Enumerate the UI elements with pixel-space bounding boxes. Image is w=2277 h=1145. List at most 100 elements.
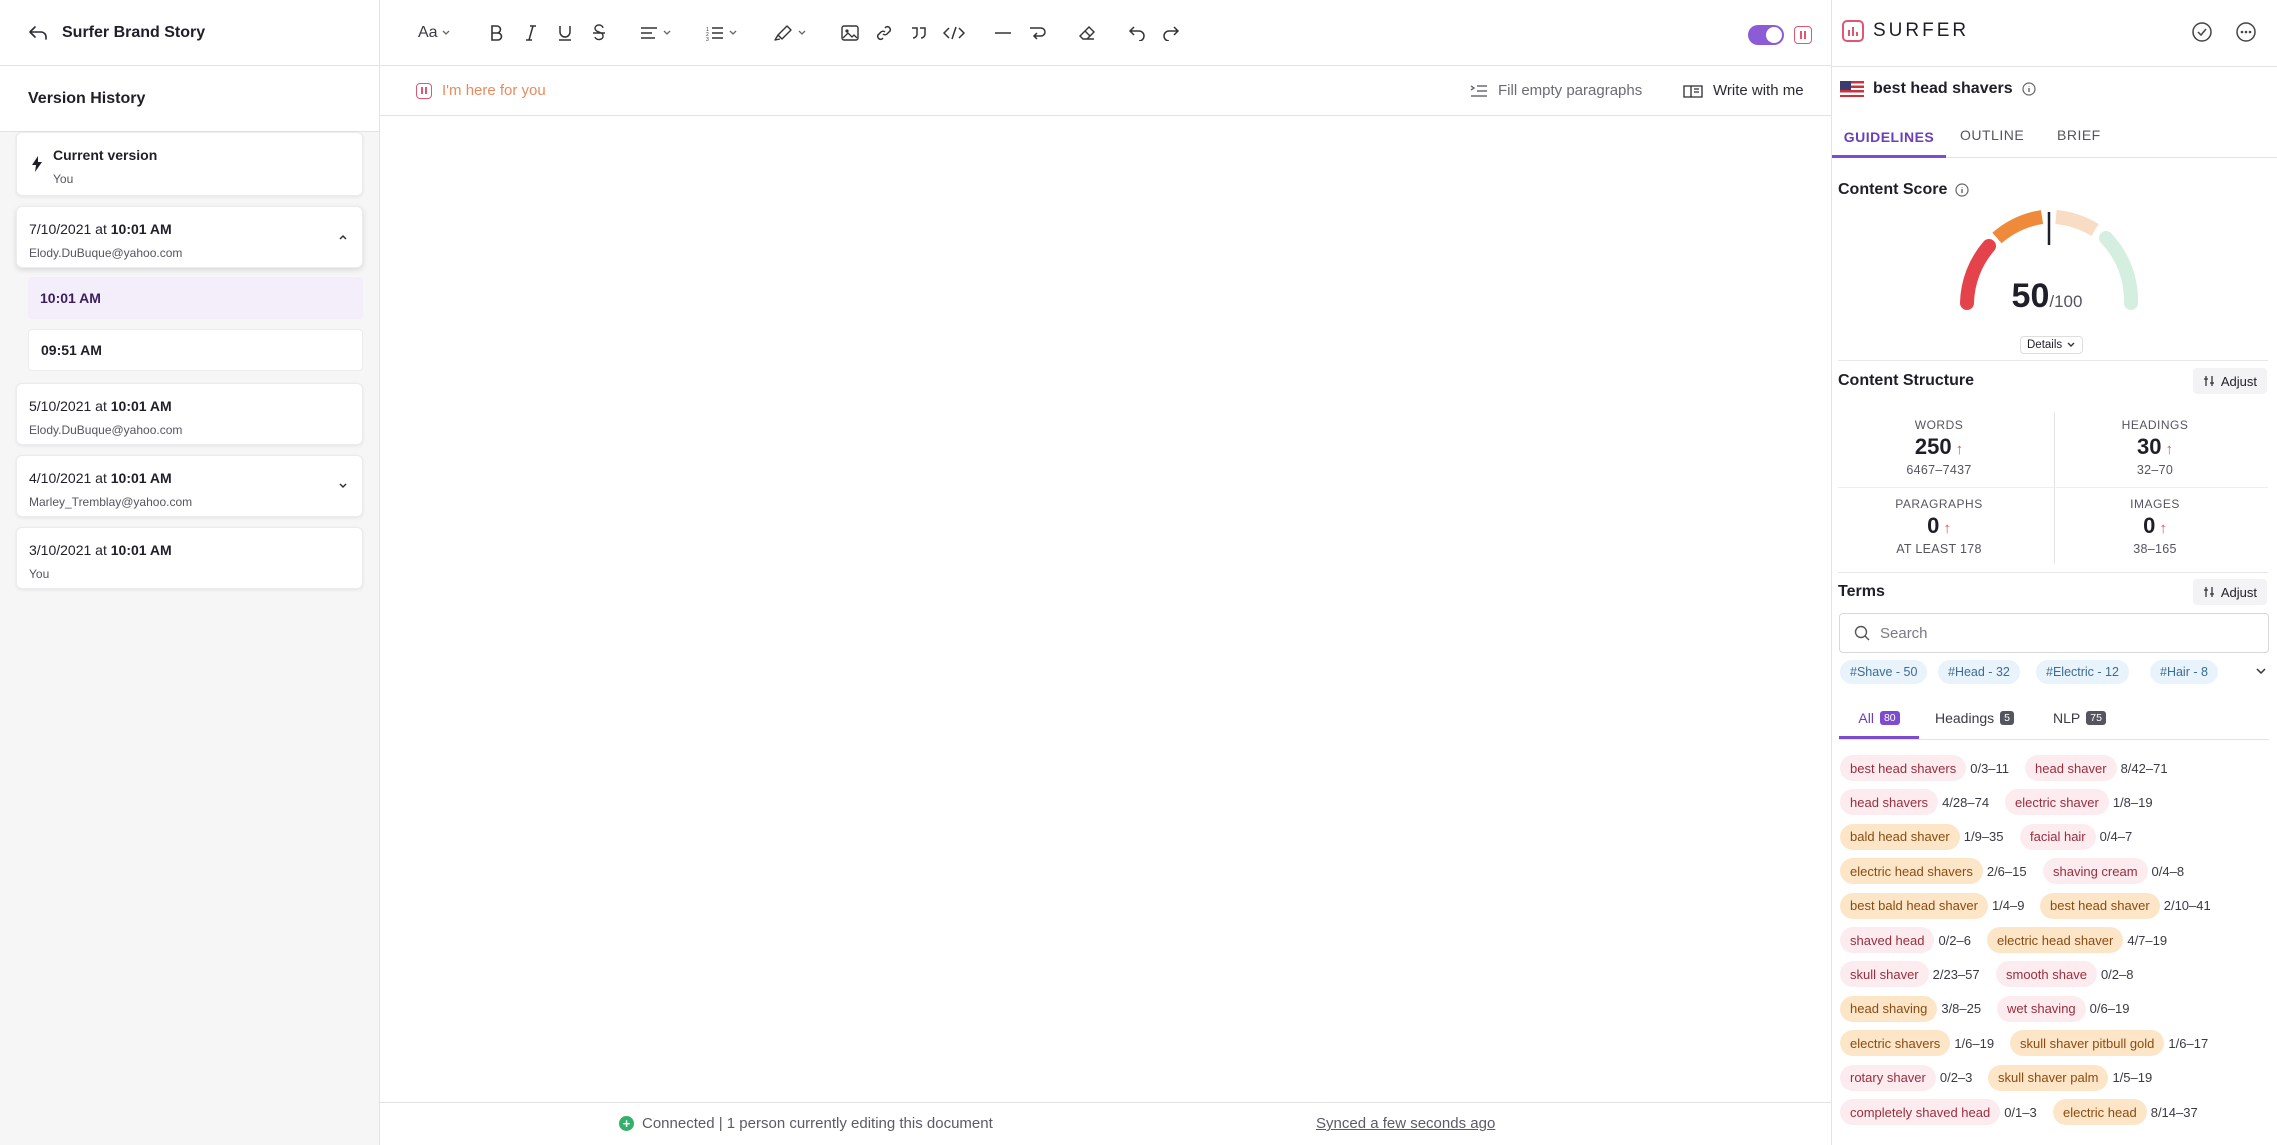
filter-label: All — [1858, 710, 1874, 726]
term-pill[interactable]: electric head 8/14–37 — [2053, 1099, 2204, 1125]
filter-all[interactable]: All 80 — [1839, 700, 1919, 739]
term-pill[interactable]: electric shaver 1/8–19 — [2005, 789, 2159, 816]
term-count: 4/7–19 — [2127, 932, 2168, 948]
filter-count-badge: 5 — [2000, 711, 2014, 725]
term-pill[interactable]: facial hair 0/4–7 — [2020, 823, 2138, 850]
images-count: 0 — [2143, 513, 2156, 538]
tab-guidelines[interactable]: GUIDELINES — [1832, 118, 1946, 158]
adjust-structure-button[interactable]: Adjust — [2192, 368, 2267, 394]
headings-range: 32–70 — [2136, 463, 2174, 477]
topic-tag[interactable]: #Electric - 12 — [2036, 660, 2129, 684]
term-pill[interactable]: best head shaver 2/10–41 — [2040, 892, 2217, 919]
info-icon[interactable] — [1955, 183, 1969, 197]
words-value: 250 ↑ — [1839, 434, 2039, 460]
filter-nlp[interactable]: NLP 75 — [2053, 700, 2106, 736]
font-size-dropdown[interactable]: Aa — [418, 20, 451, 46]
term-count: 2/23–57 — [1932, 966, 1980, 982]
term-pill[interactable]: head shavers 4/28–74 — [1840, 789, 1995, 816]
term-pill[interactable]: best bald head shaver 1/4–9 — [1840, 892, 2030, 919]
assistant-prompt[interactable]: I'm here for you — [416, 82, 546, 99]
content-score-header: Content Score — [1838, 181, 1969, 199]
link-icon[interactable] — [875, 20, 893, 46]
quote-icon[interactable] — [910, 20, 928, 46]
version-date: 5/10/2021 at — [29, 398, 107, 414]
arrow-up-icon: ↑ — [2159, 520, 2167, 537]
italic-icon[interactable] — [523, 20, 539, 46]
term-pill[interactable]: skull shaver pitbull gold 1/6–17 — [2010, 1030, 2214, 1057]
current-version-card[interactable]: Current version You — [16, 132, 363, 196]
filter-headings[interactable]: Headings 5 — [1935, 700, 2014, 736]
assistant-toggle[interactable] — [1748, 22, 1784, 48]
topic-tag[interactable]: #Hair - 8 — [2150, 660, 2218, 684]
image-icon[interactable] — [841, 20, 859, 46]
document-body[interactable] — [380, 116, 1831, 1101]
term-pill[interactable]: wet shaving 0/6–19 — [1997, 995, 2135, 1022]
subversion-item[interactable]: 09:51 AM — [28, 329, 363, 371]
tab-outline[interactable]: OUTLINE — [1960, 127, 2024, 143]
tab-brief[interactable]: BRIEF — [2057, 127, 2101, 143]
eraser-icon[interactable] — [1078, 20, 1096, 46]
highlight-dropdown[interactable] — [773, 20, 807, 46]
term-pill[interactable]: completely shaved head 0/1–3 — [1840, 1099, 2043, 1125]
list-dropdown[interactable]: 123 — [706, 20, 738, 46]
topic-tag[interactable]: #Head - 32 — [1938, 660, 2020, 684]
version-time: 10:01 AM — [110, 470, 172, 486]
term-pill[interactable]: rotary shaver 0/2–3 — [1840, 1064, 1978, 1091]
ordered-list-icon: 123 — [706, 27, 723, 41]
write-with-me-button[interactable]: Write with me — [1683, 82, 1804, 99]
fill-paragraphs-button[interactable]: Fill empty paragraphs — [1470, 82, 1642, 99]
term-pill[interactable]: skull shaver palm 1/5–19 — [1988, 1064, 2158, 1091]
underline-icon[interactable] — [557, 20, 573, 46]
filter-count-badge: 75 — [2086, 711, 2106, 725]
check-circle-icon[interactable] — [2191, 21, 2213, 43]
version-card[interactable]: 4/10/2021 at 10:01 AM Marley_Tremblay@ya… — [16, 455, 363, 517]
content-guidelines-panel: SURFER best head shavers GUIDELINES OUTL… — [1831, 0, 2277, 1145]
term-pill[interactable]: electric head shaver 4/7–19 — [1987, 927, 2173, 953]
chevron-up-icon[interactable] — [338, 232, 348, 242]
term-pill[interactable]: best head shavers 0/3–11 — [1840, 755, 2015, 781]
info-icon[interactable] — [2022, 82, 2036, 96]
bold-icon[interactable] — [488, 20, 504, 46]
undo-icon[interactable] — [1128, 20, 1146, 46]
version-card[interactable]: 5/10/2021 at 10:01 AM Elody.DuBuque@yaho… — [16, 383, 363, 445]
version-card[interactable]: 3/10/2021 at 10:01 AM You — [16, 527, 363, 589]
term-pill[interactable]: head shaving 3/8–25 — [1840, 995, 1987, 1022]
more-options-icon[interactable] — [2235, 21, 2257, 43]
details-dropdown[interactable]: Details — [2020, 336, 2084, 354]
code-icon[interactable] — [943, 20, 965, 46]
headings-value: 30 ↑ — [2055, 434, 2255, 460]
term-pill[interactable]: shaving cream 0/4–8 — [2043, 858, 2190, 885]
version-card[interactable]: 7/10/2021 at 10:01 AM Elody.DuBuque@yaho… — [16, 206, 363, 268]
term-pill[interactable]: electric shavers 1/6–19 — [1840, 1030, 2000, 1057]
adjust-terms-button[interactable]: Adjust — [2192, 579, 2267, 605]
term-pill[interactable]: bald head shaver 1/9–35 — [1840, 823, 2010, 850]
term-pill[interactable]: head shaver 8/42–71 — [2025, 755, 2174, 781]
term-name: completely shaved head — [1840, 1099, 2001, 1125]
terms-search-input[interactable]: Search — [1839, 613, 2269, 653]
chevron-down-icon[interactable] — [2255, 666, 2267, 676]
term-pill[interactable]: shaved head 0/2–6 — [1840, 927, 1977, 953]
term-pill[interactable]: smooth shave 0/2–8 — [1996, 961, 2139, 988]
term-pill[interactable]: skull shaver 2/23–57 — [1840, 961, 1986, 988]
back-header[interactable]: Surfer Brand Story — [0, 0, 379, 66]
align-dropdown[interactable] — [640, 20, 672, 46]
words-range: 6467–7437 — [1906, 463, 1972, 477]
book-icon — [1683, 84, 1703, 98]
topic-tag[interactable]: #Shave - 50 — [1840, 660, 1928, 684]
images-value: 0 ↑ — [2055, 513, 2255, 539]
strikethrough-icon[interactable] — [591, 20, 607, 46]
back-arrow-icon[interactable] — [28, 25, 48, 41]
connection-status: + Connected | 1 person currently editing… — [619, 1115, 993, 1132]
synced-link[interactable]: Synced a few seconds ago — [1316, 1115, 1495, 1132]
term-name: electric head — [2053, 1099, 2147, 1125]
subversion-item[interactable]: 10:01 AM — [28, 277, 363, 319]
line-break-icon[interactable] — [1029, 20, 1047, 46]
align-left-icon — [641, 27, 657, 39]
surfer-logo-icon — [1842, 20, 1864, 42]
redo-icon[interactable] — [1162, 20, 1180, 46]
chevron-down-icon[interactable] — [338, 481, 348, 491]
term-pill[interactable]: electric head shavers 2/6–15 — [1840, 858, 2033, 885]
surfer-logo-icon[interactable] — [1794, 22, 1812, 48]
horizontal-rule-icon[interactable] — [994, 20, 1012, 46]
term-count: 0/3–11 — [1970, 760, 2010, 776]
